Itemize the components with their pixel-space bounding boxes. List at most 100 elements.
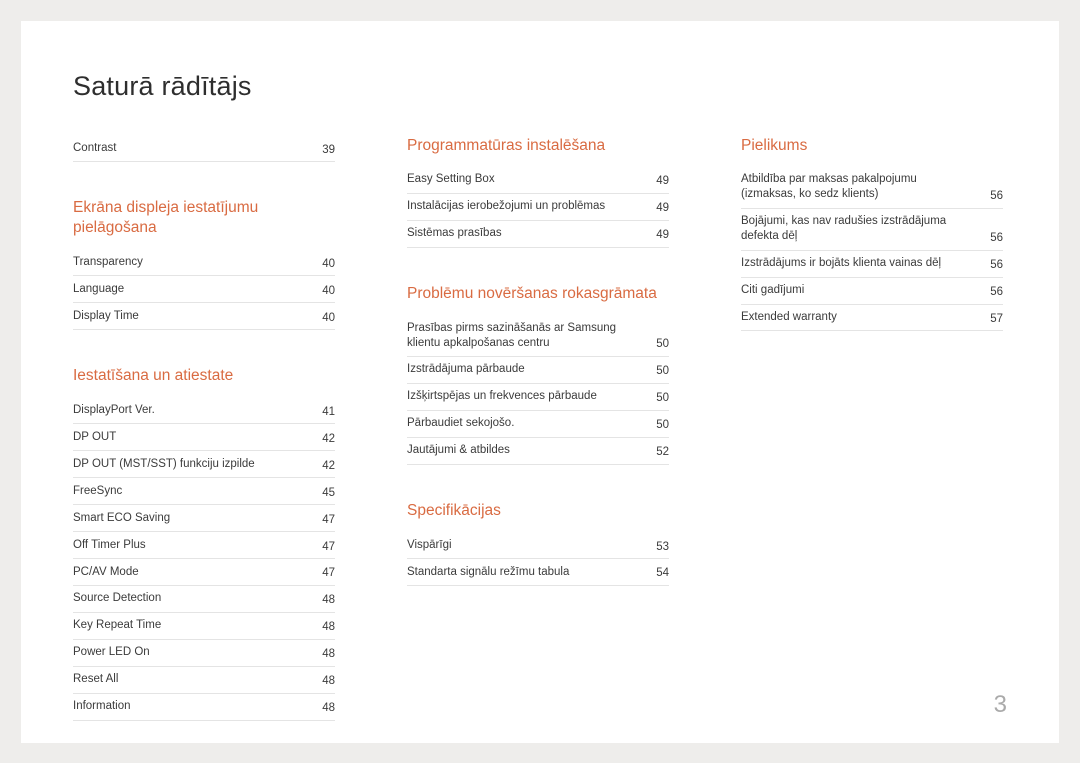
toc-entry[interactable]: Contrast39 [73,136,335,163]
toc-entry-label: Off Timer Plus [73,538,301,553]
toc-entry-label: Citi gadījumi [741,283,969,298]
toc-entry-page: 42 [311,460,335,472]
toc-entry[interactable]: Sistēmas prasības49 [407,221,669,248]
page: Saturā rādītājs Contrast39 Ekrāna displej… [21,21,1059,743]
toc-entry-label: Izšķirtspējas un frekvences pārbaude [407,389,635,404]
toc-entry[interactable]: Standarta signālu režīmu tabula54 [407,559,669,586]
toc-entry-page: 48 [311,702,335,714]
toc-entry[interactable]: Vispārīgi 53 [407,532,669,559]
section-heading: Pielikums [741,136,1003,155]
toc-entry-page: 49 [645,202,669,214]
toc-entry-page: 41 [311,406,335,418]
toc-entry[interactable]: Transparency 40 [73,249,335,276]
toc-entry[interactable]: Pārbaudiet sekojošo. 50 [407,411,669,438]
toc-entry[interactable]: Reset All48 [73,667,335,694]
toc-entry-page: 50 [645,365,669,377]
toc-entry[interactable]: Power LED On 48 [73,640,335,667]
toc-entry-page: 57 [979,313,1003,325]
toc-entry-page: 48 [311,648,335,660]
toc-entry[interactable]: Easy Setting Box 49 [407,167,669,194]
toc-block: Ekrāna displeja iestatījumu pielāgošanaT… [73,198,335,330]
toc-entry[interactable]: Language 40 [73,276,335,303]
toc-entry[interactable]: Key Repeat Time 48 [73,613,335,640]
toc-entry-label: Bojājumi, kas nav radušies izstrādājuma … [741,214,969,244]
toc-entry[interactable]: Instalācijas ierobežojumi un problēmas 49 [407,194,669,221]
toc-entry-page: 47 [311,541,335,553]
toc-entry-label: Easy Setting Box [407,172,635,187]
toc-entry-label: Smart ECO Saving [73,511,301,526]
toc-entry[interactable]: Bojājumi, kas nav radušies izstrādājuma … [741,209,1003,251]
toc-entry-page: 40 [311,312,335,324]
toc-entry-label: Pārbaudiet sekojošo. [407,416,635,431]
toc-entry-label: Transparency [73,255,301,270]
toc-entry[interactable]: Izstrādājums ir bojāts klienta vainas dē… [741,251,1003,278]
toc-entry-label: Key Repeat Time [73,618,301,633]
toc-entry-label: Atbildība par maksas pakalpojumu (izmaks… [741,172,969,202]
toc-entry-page: 54 [645,567,669,579]
toc-entry[interactable]: DisplayPort Ver. 41 [73,397,335,424]
toc-entry-label: Vispārīgi [407,538,635,553]
toc-entry-label: Information [73,699,301,714]
toc-entry-page: 48 [311,675,335,687]
toc-entry-label: Extended warranty [741,310,969,325]
section-heading: Problēmu novēršanas rokasgrāmata [407,284,669,303]
toc-entry-page: 40 [311,285,335,297]
section-heading: Programmatūras instalēšana [407,136,669,155]
toc-entry-page: 53 [645,541,669,553]
toc-entry-page: 47 [311,514,335,526]
toc-entry-label: Jautājumi & atbildes [407,443,635,458]
toc-entry[interactable]: PC/AV Mode47 [73,559,335,586]
page-title: Saturā rādītājs [73,71,1007,102]
toc-block: Problēmu novēršanas rokasgrāmata Prasības… [407,284,669,465]
toc-entry[interactable]: Jautājumi & atbildes 52 [407,438,669,465]
toc-entry[interactable]: Citi gadījumi 56 [741,278,1003,305]
toc-entry-page: 48 [311,594,335,606]
toc-entry-page: 52 [645,446,669,458]
toc-entry-page: 45 [311,487,335,499]
toc-entry-page: 56 [979,286,1003,298]
toc-entry-label: Instalācijas ierobežojumi un problēmas [407,199,635,214]
toc-entry-page: 50 [645,392,669,404]
toc-column: Pielikums Atbildība par maksas pakalpojum… [741,136,1003,757]
toc-column: Programmatūras instalēšana Easy Setting B… [407,136,669,757]
toc-column: Contrast39 Ekrāna displeja iestatījumu pi… [73,136,335,757]
toc-entry[interactable]: Izšķirtspējas un frekvences pārbaude 50 [407,384,669,411]
toc-entry[interactable]: DP OUT (MST/SST) funkciju izpilde 42 [73,451,335,478]
toc-entry[interactable]: Display Time40 [73,303,335,330]
toc-entry[interactable]: Atbildība par maksas pakalpojumu (izmaks… [741,167,1003,209]
page-number: 3 [994,691,1007,719]
toc-entry-page: 48 [311,621,335,633]
toc-entry[interactable]: Information 48 [73,694,335,721]
toc-entry-page: 42 [311,433,335,445]
toc-entry-page: 56 [979,259,1003,271]
section-heading: Iestatīšana un atiestate [73,366,335,385]
toc-entry-label: DP OUT (MST/SST) funkciju izpilde [73,457,301,472]
toc-block: Contrast39 [73,136,335,163]
toc-entry-page: 50 [645,338,669,350]
toc-block: Iestatīšana un atiestate DisplayPort Ver.… [73,366,335,721]
toc-entry[interactable]: DP OUT 42 [73,424,335,451]
toc-entry-label: Language [73,282,301,297]
toc-entry-label: DisplayPort Ver. [73,403,301,418]
toc-entry[interactable]: Off Timer Plus 47 [73,532,335,559]
toc-block: SpecifikācijasVispārīgi53Standarta signā… [407,501,669,586]
toc-entry-label: Izstrādājuma pārbaude [407,362,635,377]
toc-entry-label: Power LED On [73,645,301,660]
toc-block: Pielikums Atbildība par maksas pakalpojum… [741,136,1003,332]
toc-entry-page: 56 [979,232,1003,244]
toc-entry[interactable]: Source Detection 48 [73,586,335,613]
toc-entry-label: Source Detection [73,591,301,606]
toc-entry-page: 49 [645,229,669,241]
toc-entry-label: DP OUT [73,430,301,445]
toc-entry-page: 50 [645,419,669,431]
toc-entry-label: FreeSync [73,484,301,499]
toc-entry-label: Prasības pirms sazināšanās ar Samsung kl… [407,321,635,351]
toc-block: Programmatūras instalēšana Easy Setting B… [407,136,669,248]
toc-entry-page: 49 [645,175,669,187]
toc-entry[interactable]: Extended warranty 57 [741,305,1003,332]
toc-entry[interactable]: FreeSync 45 [73,478,335,505]
toc-entry[interactable]: Izstrādājuma pārbaude 50 [407,357,669,384]
toc-entry[interactable]: Smart ECO Saving 47 [73,505,335,532]
toc-entry[interactable]: Prasības pirms sazināšanās ar Samsung kl… [407,315,669,357]
toc-entry-page: 40 [311,258,335,270]
